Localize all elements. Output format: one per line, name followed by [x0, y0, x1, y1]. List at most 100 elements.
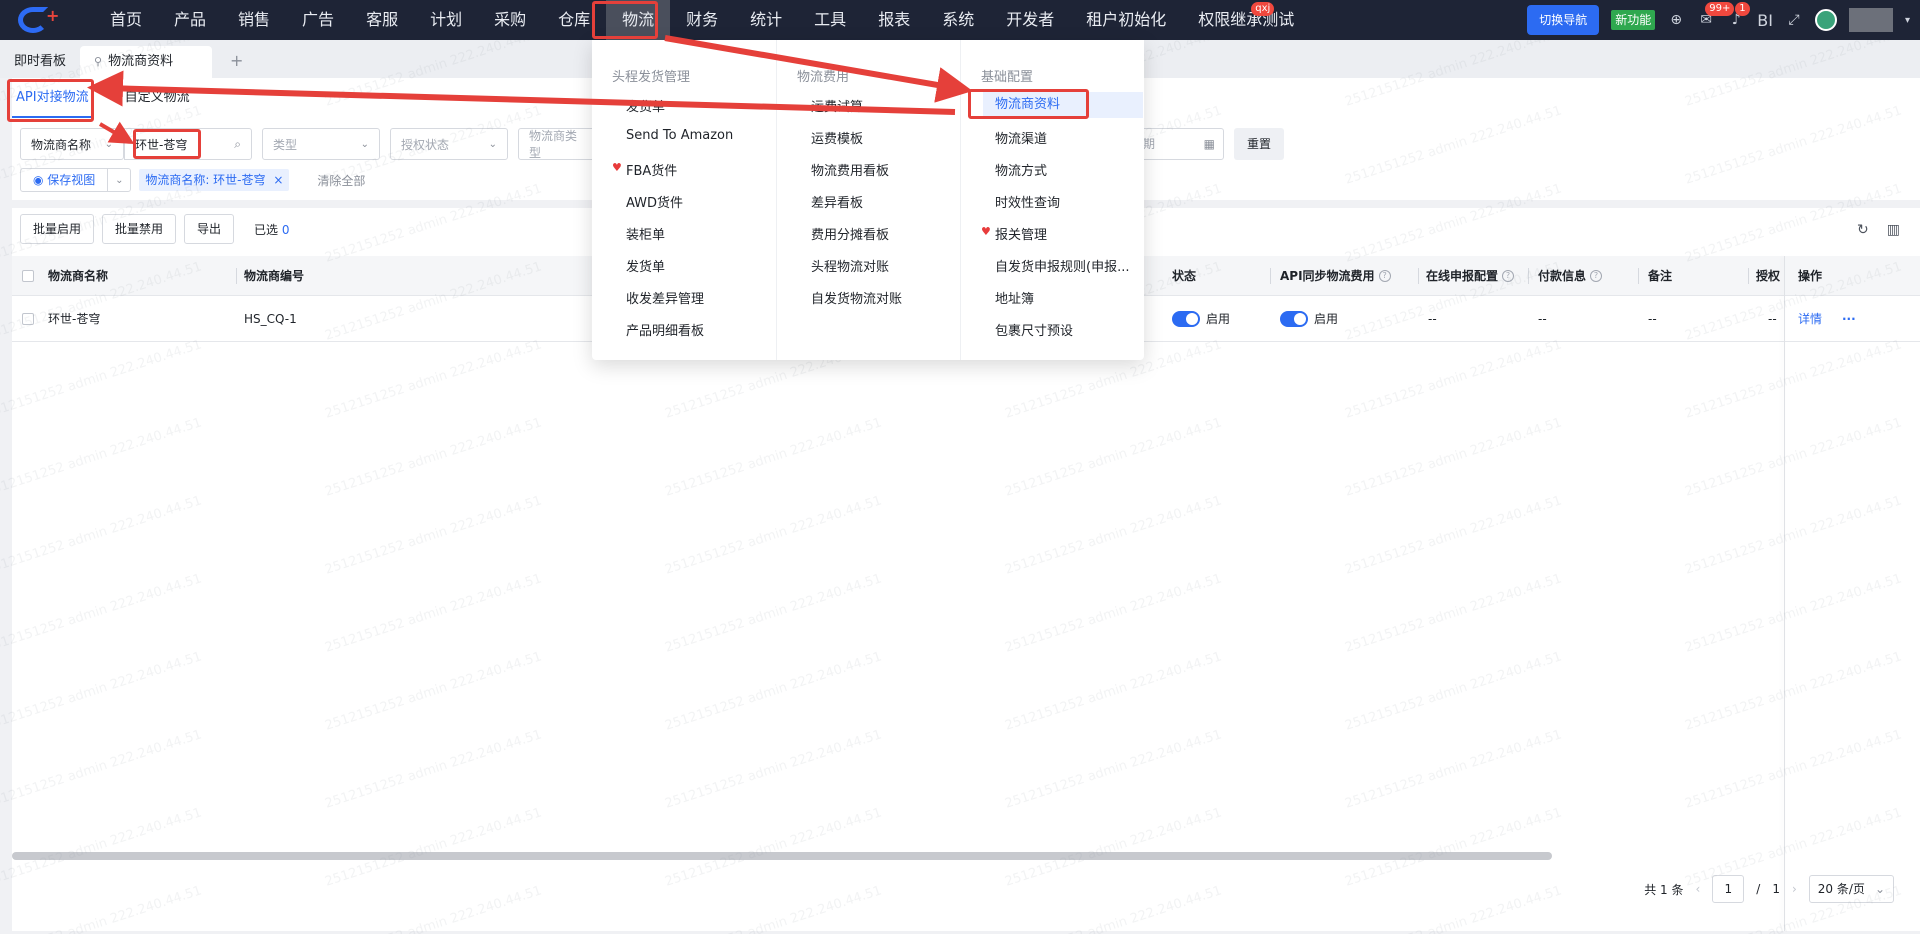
nav-item-purchase[interactable]: 采购	[478, 0, 542, 40]
switch-nav-button[interactable]: 切换导航	[1527, 5, 1600, 35]
nav-item-sales[interactable]: 销售	[222, 0, 286, 40]
menu-item-container[interactable]: 装柜单	[626, 224, 665, 243]
nav-item-finance[interactable]: 财务	[670, 0, 734, 40]
row-checkbox[interactable]	[22, 296, 34, 341]
status-toggle[interactable]	[1172, 310, 1200, 327]
chevron-down-icon[interactable]: ⌄	[108, 175, 130, 186]
menu-item-declare-rules[interactable]: 自发货申报规则(申报...	[995, 256, 1129, 275]
new-feature-button[interactable]: 新功能	[1611, 10, 1656, 30]
tab-dashboard[interactable]: 即时看板	[0, 46, 80, 78]
clear-all-link[interactable]: 清除全部	[317, 172, 365, 189]
nav-item-permission-test[interactable]: 权限继承测试 qxj	[1182, 0, 1310, 40]
tab-api-logistics[interactable]: API对接物流	[12, 78, 93, 118]
nav-item-product[interactable]: 产品	[158, 0, 222, 40]
batch-enable-button[interactable]: 批量启用	[20, 214, 95, 244]
auth-status-select[interactable]: 授权状态 ⌄	[390, 128, 508, 160]
fullscreen-icon[interactable]: ⤢	[1785, 11, 1803, 29]
menu-item-address-book[interactable]: 地址簿	[995, 288, 1034, 307]
nav-item-customer-service[interactable]: 客服	[350, 0, 414, 40]
search-input[interactable]: 环世-苍穹 ⌕	[124, 128, 252, 160]
menu-item-provider-info[interactable]: 物流商资料	[983, 92, 1143, 118]
menu-item-product-detail-board[interactable]: 产品明细看板	[626, 320, 704, 339]
menu-item-fee-board[interactable]: 物流费用看板	[811, 160, 889, 179]
header-status[interactable]: 状态	[1172, 256, 1196, 295]
date-range-input[interactable]: 期 ▦	[1134, 128, 1224, 160]
tab-custom-logistics[interactable]: 自定义物流	[121, 78, 194, 118]
header-name[interactable]: 物流商名称	[48, 256, 108, 295]
save-view-label[interactable]: ◉ 保存视图	[21, 169, 109, 191]
menu-item-self-ship-reconcile[interactable]: 自发货物流对账	[811, 288, 902, 307]
avatar[interactable]	[1814, 9, 1837, 31]
nav-item-home[interactable]: 首页	[94, 0, 158, 40]
api-sync-toggle[interactable]	[1280, 310, 1308, 327]
menu-item-discrepancy[interactable]: 收发差异管理	[626, 288, 704, 307]
menu-item-channel[interactable]: 物流渠道	[995, 128, 1047, 147]
help-icon[interactable]: ?	[1378, 269, 1391, 282]
menu-item-timeliness[interactable]: 时效性查询	[995, 192, 1060, 211]
save-view-button[interactable]: ◉ 保存视图 ⌄	[20, 168, 132, 192]
columns-icon[interactable]: ▥	[1887, 222, 1900, 238]
menu-item-send-to-amazon[interactable]: Send To Amazon	[626, 128, 733, 143]
menu-item-shipment-order[interactable]: 发货单	[626, 96, 665, 115]
nav-badge: qxj	[1251, 2, 1275, 16]
add-tab-button[interactable]: +	[212, 46, 261, 78]
caret-down-icon[interactable]: ▾	[1905, 15, 1910, 26]
menu-item-freight-calc[interactable]: 运费试算	[811, 96, 863, 115]
menu-item-diff-board[interactable]: 差异看板	[811, 192, 863, 211]
header-code[interactable]: 物流商编号	[244, 256, 304, 295]
menu-item-allocation-board[interactable]: 费用分摊看板	[811, 224, 889, 243]
nav-item-plan[interactable]: 计划	[414, 0, 478, 40]
help-icon[interactable]: ?	[1502, 269, 1515, 282]
nav-item-warehouse[interactable]: 仓库	[542, 0, 606, 40]
export-button[interactable]: 导出	[184, 214, 235, 244]
hashtag-icon[interactable]: ⊕	[1667, 11, 1685, 29]
cell-status: 启用	[1172, 296, 1230, 341]
prev-page-button[interactable]: ‹	[1695, 882, 1700, 896]
menu-item-freight-template[interactable]: 运费模板	[811, 128, 863, 147]
menu-item-fba-shipment[interactable]: ♥ FBA货件	[612, 160, 677, 179]
nav-item-system[interactable]: 系统	[926, 0, 990, 40]
menu-item-headhaul-reconcile[interactable]: 头程物流对账	[811, 256, 889, 275]
next-page-button[interactable]: ›	[1792, 882, 1797, 896]
help-icon[interactable]: ?	[1590, 269, 1603, 282]
bell-icon[interactable]: ♪ 1	[1727, 2, 1750, 29]
header-remark[interactable]: 备注	[1648, 256, 1672, 295]
app-logo[interactable]: +	[16, 0, 64, 40]
reset-button[interactable]: 重置	[1234, 128, 1284, 160]
page-input[interactable]: 1	[1712, 875, 1745, 903]
search-icon[interactable]: ⌕	[234, 137, 241, 152]
nav-item-tools[interactable]: 工具	[798, 0, 862, 40]
bi-button[interactable]: BI	[1757, 11, 1773, 30]
provider-type-select[interactable]: 物流商类型	[518, 128, 598, 160]
more-actions-button[interactable]: ···	[1842, 296, 1856, 341]
tab-logistics-provider[interactable]: ⚲ 物流商资料	[80, 46, 213, 78]
nav-item-logistics[interactable]: 物流	[606, 0, 671, 40]
header-online-declare[interactable]: 在线申报配置 ?	[1426, 256, 1515, 295]
header-api-sync[interactable]: API同步物流费用 ?	[1280, 256, 1391, 295]
menu-item-delivery-order[interactable]: 发货单	[626, 256, 665, 275]
refresh-icon[interactable]: ↻	[1857, 222, 1869, 238]
horizontal-scrollbar[interactable]	[12, 852, 1552, 860]
type-select[interactable]: 类型 ⌄	[262, 128, 380, 160]
nav-item-tenant-init[interactable]: 租户初始化	[1070, 0, 1182, 40]
pin-icon[interactable]: ⚲	[94, 46, 102, 78]
nav-item-ads[interactable]: 广告	[286, 0, 350, 40]
select-all-checkbox[interactable]	[22, 256, 34, 295]
nav-item-reports[interactable]: 报表	[862, 0, 926, 40]
menu-item-customs[interactable]: ♥ 报关管理	[981, 224, 1047, 243]
close-icon[interactable]: ×	[273, 173, 283, 187]
header-payment[interactable]: 付款信息 ?	[1538, 256, 1603, 295]
menu-item-package-size[interactable]: 包裹尺寸预设	[995, 320, 1073, 339]
header-online-declare-label: 在线申报配置	[1426, 269, 1499, 283]
menu-item-method[interactable]: 物流方式	[995, 160, 1047, 179]
page-size-select[interactable]: 20 条/页 ⌄	[1808, 875, 1894, 903]
message-icon[interactable]: ✉ 99+	[1697, 2, 1735, 29]
batch-disable-button[interactable]: 批量禁用	[102, 214, 177, 244]
field-select[interactable]: 物流商名称 ⌄	[20, 128, 124, 160]
nav-item-developer[interactable]: 开发者	[990, 0, 1070, 40]
username-redacted	[1848, 8, 1893, 32]
nav-item-statistics[interactable]: 统计	[734, 0, 798, 40]
header-auth[interactable]: 授权	[1756, 256, 1780, 295]
detail-link[interactable]: 详情	[1798, 296, 1822, 341]
menu-item-awd-shipment[interactable]: AWD货件	[626, 192, 683, 211]
